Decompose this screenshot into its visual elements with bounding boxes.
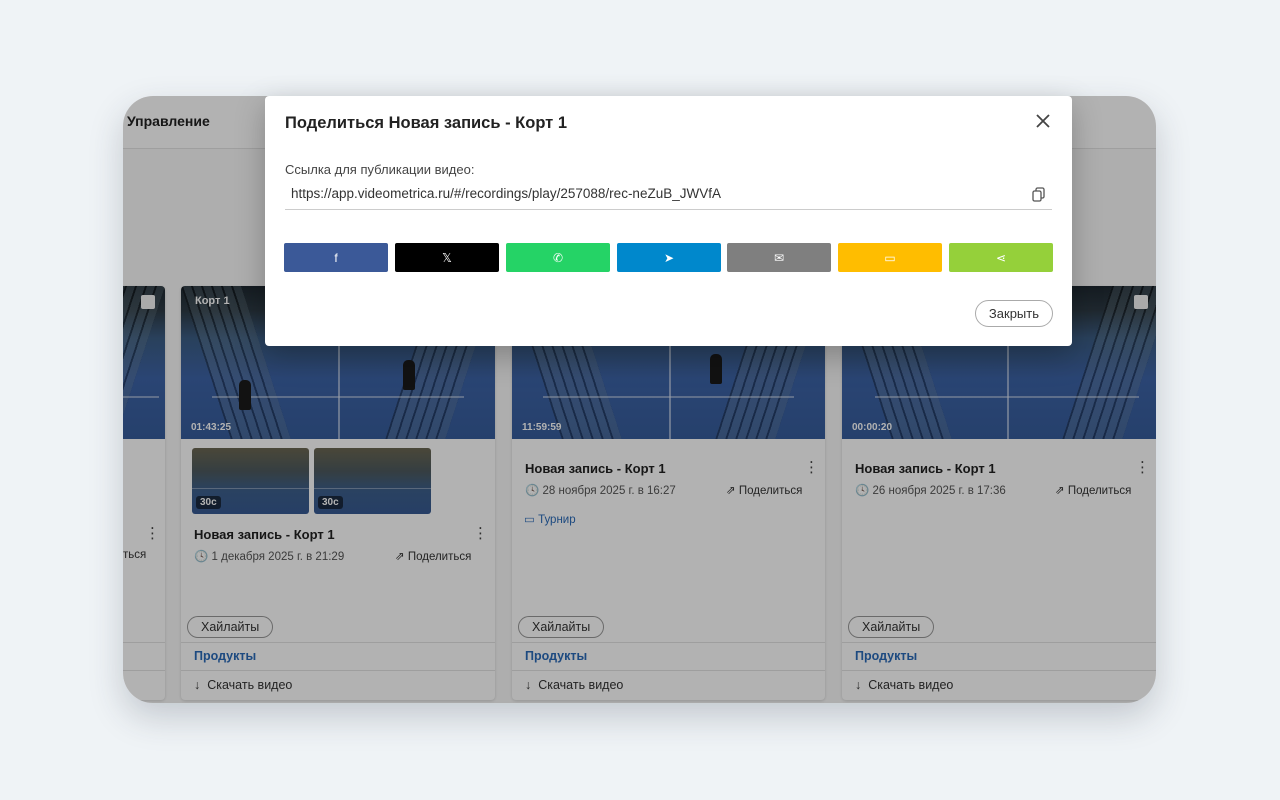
telegram-icon: ➤ bbox=[663, 250, 675, 265]
whatsapp-icon: ✆ bbox=[552, 250, 564, 265]
share-url-text[interactable]: https://app.videometrica.ru/#/recordings… bbox=[291, 186, 721, 201]
generic-share-button[interactable]: ⋖ bbox=[949, 243, 1053, 272]
facebook-icon: f bbox=[334, 250, 338, 265]
telegram-share-button[interactable]: ➤ bbox=[617, 243, 721, 272]
x-share-button[interactable]: 𝕏 bbox=[395, 243, 499, 272]
link-field-label: Ссылка для публикации видео: bbox=[285, 162, 475, 177]
email-share-button[interactable]: ✉ bbox=[727, 243, 831, 272]
facebook-share-button[interactable]: f bbox=[284, 243, 388, 272]
whatsapp-share-button[interactable]: ✆ bbox=[506, 243, 610, 272]
x-icon: 𝕏 bbox=[442, 250, 452, 265]
share-buttons-row: f 𝕏 ✆ ➤ ✉ ▭ ⋖ bbox=[284, 243, 1053, 273]
share-icon: ⋖ bbox=[995, 250, 1007, 265]
sms-share-button[interactable]: ▭ bbox=[838, 243, 942, 272]
copy-icon[interactable] bbox=[1030, 185, 1048, 203]
close-icon[interactable] bbox=[1032, 110, 1054, 132]
share-url-field[interactable]: https://app.videometrica.ru/#/recordings… bbox=[285, 182, 1052, 210]
share-dialog: Поделиться Новая запись - Корт 1 Ссылка … bbox=[265, 96, 1072, 346]
close-button[interactable]: Закрыть bbox=[974, 300, 1053, 327]
email-icon: ✉ bbox=[773, 250, 785, 265]
sms-icon: ▭ bbox=[884, 250, 896, 265]
dialog-title: Поделиться Новая запись - Корт 1 bbox=[285, 114, 568, 132]
